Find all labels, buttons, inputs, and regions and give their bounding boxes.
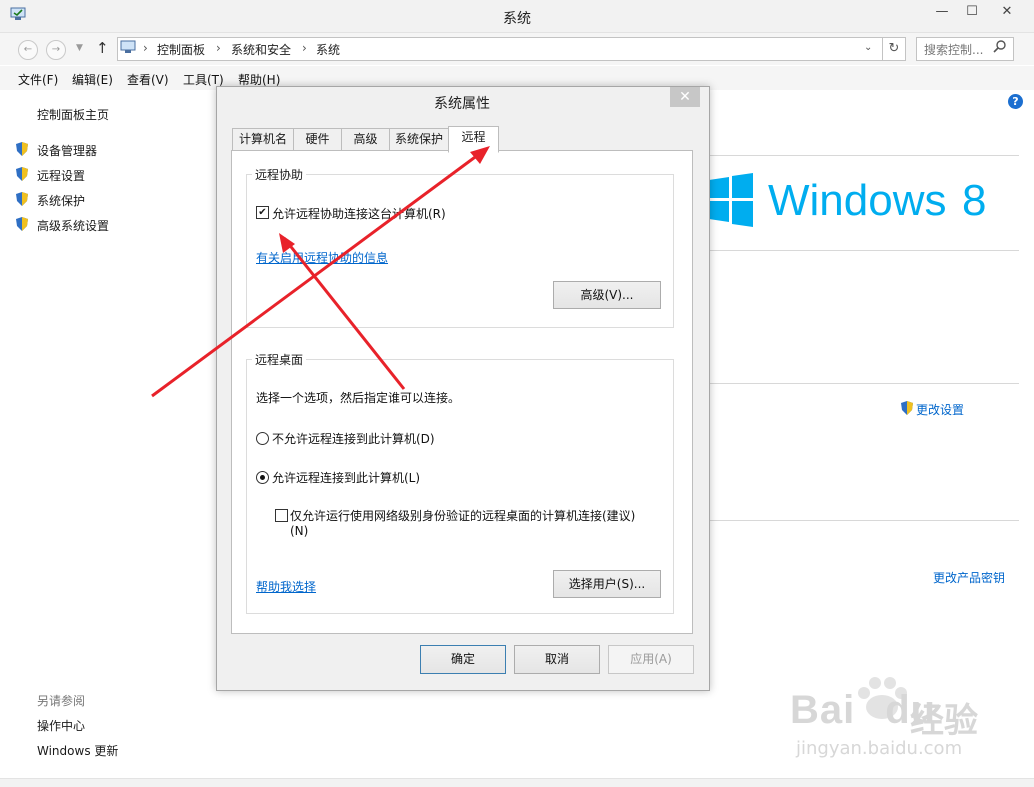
watermark-url: jingyan.baidu.com (796, 738, 963, 759)
watermark-brand-cn: 经验 (910, 701, 978, 741)
arrow-to-checkbox (282, 237, 406, 390)
watermark-brand-part1: Bai (790, 688, 856, 732)
arrow-head-icon (470, 146, 490, 164)
arrow-to-remote-tab (151, 147, 487, 398)
annotation-arrows (151, 146, 490, 398)
